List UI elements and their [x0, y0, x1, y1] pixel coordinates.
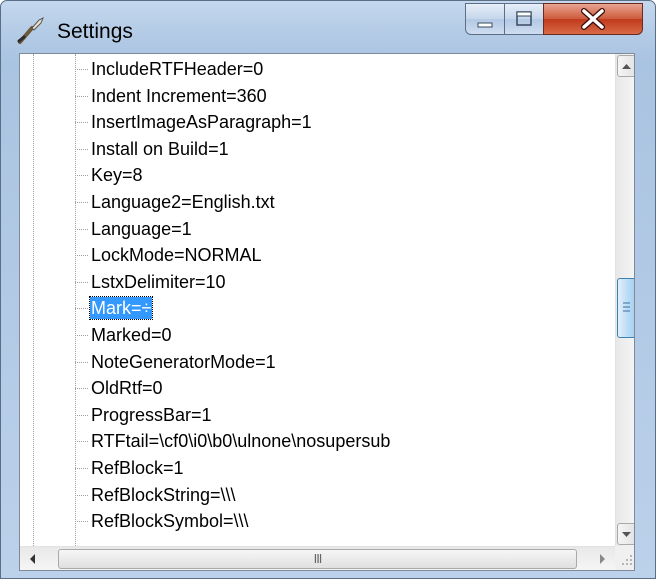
scroll-up-button[interactable]: [617, 55, 634, 77]
tree-item[interactable]: RTFtail=\cf0\i0\b0\ulnone\nosupersub: [75, 429, 615, 453]
vertical-scrollbar[interactable]: [615, 54, 634, 546]
tree-item-label: IncludeRTFHeader=0: [91, 59, 264, 79]
tree-item-label: Language2=English.txt: [91, 192, 275, 212]
resize-grip-icon: [622, 555, 632, 565]
tree-item-label: Mark=÷: [88, 296, 154, 321]
tree-item[interactable]: RefBlock=1: [75, 456, 615, 480]
tree-item-label: RefBlock=1: [91, 458, 184, 478]
tree-item-label: LstxDelimiter=10: [91, 271, 226, 292]
scroll-left-button[interactable]: [22, 549, 44, 569]
close-button[interactable]: [543, 3, 643, 35]
tree-item-label: RefBlockString=\\\: [91, 484, 236, 505]
tree-item-label: RTFtail=\cf0\i0\b0\ulnone\nosupersub: [91, 431, 391, 452]
tree-connector-line: [75, 441, 88, 443]
settings-window: Settings IncludeRTFHeader=0 Indent Increm…: [0, 0, 656, 579]
tree-item[interactable]: RefBlockSymbol=\\\: [75, 509, 615, 533]
tree-connector-line: [75, 122, 88, 124]
tree-connector-line: [75, 255, 88, 257]
tree-item[interactable]: Key=8: [75, 163, 615, 187]
tree-item[interactable]: Marked=0: [75, 323, 615, 347]
tree-item[interactable]: IncludeRTFHeader=0: [75, 57, 615, 81]
tree-connector-line: [75, 494, 88, 496]
scroll-down-button[interactable]: [617, 523, 634, 545]
minimize-button[interactable]: [465, 3, 505, 35]
tree-item-label: Install on Build=1: [91, 138, 229, 159]
tree-connector-line: [75, 281, 88, 283]
window-title: Settings: [57, 20, 133, 43]
tree-connector-line: [75, 202, 88, 203]
vertical-scroll-thumb[interactable]: [617, 277, 634, 338]
arrow-right-icon: [600, 554, 605, 564]
tree-connector-line: [75, 388, 88, 390]
tree-item[interactable]: Indent Increment=360: [75, 84, 615, 108]
arrow-up-icon: [622, 64, 631, 69]
title-bar[interactable]: Settings: [1, 1, 655, 53]
tree-item-label: LockMode=NORMAL: [91, 245, 262, 266]
minimize-icon: [477, 22, 493, 28]
tree-item-label: Marked=0: [91, 325, 172, 345]
maximize-button[interactable]: [504, 3, 544, 35]
arrow-left-icon: [30, 554, 35, 564]
horizontal-scroll-thumb[interactable]: III: [58, 549, 577, 569]
tree-connector-line: [75, 414, 88, 416]
arrow-down-icon: [622, 532, 631, 537]
tree-connector-line: [75, 175, 88, 177]
tree-connector-line: [75, 335, 88, 336]
tree-connector-line: [75, 148, 88, 150]
tree-connector-line: [75, 69, 88, 70]
size-grip[interactable]: [615, 546, 634, 570]
tree-item-label: NoteGeneratorMode=1: [91, 351, 276, 372]
tree-item[interactable]: LstxDelimiter=10: [75, 270, 615, 294]
settings-wrench-icon: [17, 16, 44, 44]
scroll-thumb-grip: III: [313, 551, 323, 566]
tree-connector-line: [75, 228, 88, 230]
tree-item-label: ProgressBar=1: [91, 404, 212, 425]
tree-item[interactable]: NoteGeneratorMode=1: [75, 350, 615, 374]
grip-lines-icon: [623, 302, 630, 312]
tree-connector-line: [75, 468, 88, 469]
tree-item-label: RefBlockSymbol=\\\: [91, 511, 249, 532]
tree-item-label: InsertImageAsParagraph=1: [91, 112, 312, 133]
tree-item[interactable]: RefBlockString=\\\: [75, 483, 615, 507]
tree-item[interactable]: OldRtf=0: [75, 376, 615, 400]
horizontal-scrollbar[interactable]: III: [20, 546, 615, 570]
maximize-icon: [516, 11, 532, 26]
tree-item-label: Key=8: [91, 165, 143, 186]
tree-item-label: Indent Increment=360: [91, 85, 267, 106]
tree-item[interactable]: Mark=÷: [75, 296, 615, 321]
tree-connector-line: [75, 308, 88, 310]
tree-connector-line: [75, 361, 88, 363]
tree-connector-line: [75, 521, 88, 523]
tree-item[interactable]: Language=1: [75, 217, 615, 241]
tree-item[interactable]: InsertImageAsParagraph=1: [75, 110, 615, 134]
tree-connector-line: [75, 95, 88, 97]
scroll-right-button[interactable]: [591, 549, 613, 569]
tree-item-label: OldRtf=0: [91, 378, 163, 399]
tree-item[interactable]: Install on Build=1: [75, 137, 615, 161]
tree-item[interactable]: Language2=English.txt: [75, 190, 615, 214]
tree-item[interactable]: ProgressBar=1: [75, 403, 615, 427]
tree-item[interactable]: LockMode=NORMAL: [75, 243, 615, 267]
tree-guide-line: [33, 54, 34, 546]
settings-tree-view[interactable]: IncludeRTFHeader=0 Indent Increment=360 In…: [19, 53, 635, 571]
tree-item-label: Language=1: [91, 218, 192, 239]
close-icon: [581, 8, 605, 30]
